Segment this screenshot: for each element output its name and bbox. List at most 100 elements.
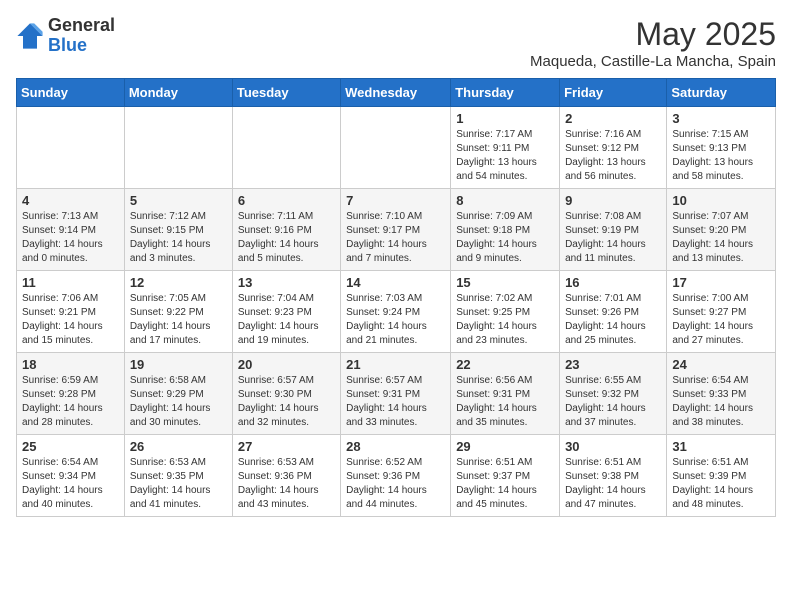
day-info: Sunrise: 7:08 AMSunset: 9:19 PMDaylight:… — [565, 210, 661, 266]
day-info: Sunrise: 7:09 AMSunset: 9:18 PMDaylight:… — [456, 210, 554, 266]
day-cell: 2Sunrise: 7:16 AMSunset: 9:12 PMDaylight… — [560, 107, 667, 189]
day-number: 17 — [672, 275, 770, 290]
day-info: Sunrise: 7:10 AMSunset: 9:17 PMDaylight:… — [346, 210, 445, 266]
logo-text: General Blue — [48, 16, 115, 56]
day-number: 22 — [456, 357, 554, 372]
day-cell: 17Sunrise: 7:00 AMSunset: 9:27 PMDayligh… — [667, 271, 776, 353]
day-cell: 19Sunrise: 6:58 AMSunset: 9:29 PMDayligh… — [124, 353, 232, 435]
weekday-header-monday: Monday — [124, 79, 232, 107]
weekday-header-thursday: Thursday — [451, 79, 560, 107]
day-cell: 9 Sunrise: 7:08 AMSunset: 9:19 PMDaylight… — [560, 189, 667, 271]
week-row-2: 4 Sunrise: 7:13 AMSunset: 9:14 PMDaylight… — [17, 189, 776, 271]
day-number: 12 — [130, 275, 227, 290]
week-row-5: 25Sunrise: 6:54 AMSunset: 9:34 PMDayligh… — [17, 435, 776, 517]
page-header: General Blue May 2025 Maqueda, Castille-… — [16, 16, 776, 70]
day-cell: 22Sunrise: 6:56 AMSunset: 9:31 PMDayligh… — [451, 353, 560, 435]
day-number: 21 — [346, 357, 445, 372]
day-number: 2 — [565, 111, 661, 126]
day-number: 24 — [672, 357, 770, 372]
day-number: 14 — [346, 275, 445, 290]
day-cell: 25Sunrise: 6:54 AMSunset: 9:34 PMDayligh… — [17, 435, 125, 517]
weekday-header-tuesday: Tuesday — [232, 79, 340, 107]
day-cell: 28 Sunrise: 6:52 AMSunset: 9:36 PMDayligh… — [341, 435, 451, 517]
day-number: 9 — [565, 193, 661, 208]
day-number: 19 — [130, 357, 227, 372]
day-cell: 30 Sunrise: 6:51 AMSunset: 9:38 PMDayligh… — [560, 435, 667, 517]
day-cell — [232, 107, 340, 189]
day-info: Sunrise: 7:03 AMSunset: 9:24 PMDaylight:… — [346, 292, 445, 348]
day-info: Sunrise: 6:59 AMSunset: 9:28 PMDaylight:… — [22, 374, 119, 430]
logo-general: General — [48, 16, 115, 36]
day-number: 15 — [456, 275, 554, 290]
day-number: 7 — [346, 193, 445, 208]
day-number: 8 — [456, 193, 554, 208]
logo-icon — [16, 22, 44, 50]
logo: General Blue — [16, 16, 115, 56]
day-cell: 7 Sunrise: 7:10 AMSunset: 9:17 PMDaylight… — [341, 189, 451, 271]
day-number: 3 — [672, 111, 770, 126]
day-cell — [341, 107, 451, 189]
title-area: May 2025 Maqueda, Castille-La Mancha, Sp… — [530, 16, 776, 70]
day-number: 27 — [238, 439, 335, 454]
day-info: Sunrise: 6:55 AMSunset: 9:32 PMDaylight:… — [565, 374, 661, 430]
day-cell: 23 Sunrise: 6:55 AMSunset: 9:32 PMDayligh… — [560, 353, 667, 435]
calendar-table: SundayMondayTuesdayWednesdayThursdayFrid… — [16, 78, 776, 517]
day-info: Sunrise: 6:51 AMSunset: 9:37 PMDaylight:… — [456, 456, 554, 512]
weekday-header-row: SundayMondayTuesdayWednesdayThursdayFrid… — [17, 79, 776, 107]
week-row-3: 11 Sunrise: 7:06 AMSunset: 9:21 PMDayligh… — [17, 271, 776, 353]
day-cell: 4 Sunrise: 7:13 AMSunset: 9:14 PMDaylight… — [17, 189, 125, 271]
day-number: 25 — [22, 439, 119, 454]
weekday-header-friday: Friday — [560, 79, 667, 107]
day-cell: 12Sunrise: 7:05 AMSunset: 9:22 PMDayligh… — [124, 271, 232, 353]
day-cell: 16 Sunrise: 7:01 AMSunset: 9:26 PMDayligh… — [560, 271, 667, 353]
day-info: Sunrise: 7:17 AMSunset: 9:11 PMDaylight:… — [456, 128, 554, 184]
week-row-1: 1 Sunrise: 7:17 AMSunset: 9:11 PMDaylight… — [17, 107, 776, 189]
day-number: 1 — [456, 111, 554, 126]
weekday-header-saturday: Saturday — [667, 79, 776, 107]
day-info: Sunrise: 7:02 AMSunset: 9:25 PMDaylight:… — [456, 292, 554, 348]
day-info: Sunrise: 7:13 AMSunset: 9:14 PMDaylight:… — [22, 210, 119, 266]
day-cell: 8 Sunrise: 7:09 AMSunset: 9:18 PMDaylight… — [451, 189, 560, 271]
day-info: Sunrise: 6:51 AMSunset: 9:38 PMDaylight:… — [565, 456, 661, 512]
day-info: Sunrise: 6:54 AMSunset: 9:33 PMDaylight:… — [672, 374, 770, 430]
day-info: Sunrise: 7:15 AMSunset: 9:13 PMDaylight:… — [672, 128, 770, 184]
day-cell: 13 Sunrise: 7:04 AMSunset: 9:23 PMDayligh… — [232, 271, 340, 353]
day-cell — [17, 107, 125, 189]
day-number: 23 — [565, 357, 661, 372]
day-info: Sunrise: 6:57 AMSunset: 9:31 PMDaylight:… — [346, 374, 445, 430]
day-info: Sunrise: 7:04 AMSunset: 9:23 PMDaylight:… — [238, 292, 335, 348]
day-number: 11 — [22, 275, 119, 290]
day-cell: 18 Sunrise: 6:59 AMSunset: 9:28 PMDayligh… — [17, 353, 125, 435]
day-number: 31 — [672, 439, 770, 454]
day-number: 13 — [238, 275, 335, 290]
day-number: 18 — [22, 357, 119, 372]
day-number: 26 — [130, 439, 227, 454]
day-number: 30 — [565, 439, 661, 454]
day-number: 16 — [565, 275, 661, 290]
day-number: 4 — [22, 193, 119, 208]
day-info: Sunrise: 6:53 AMSunset: 9:35 PMDaylight:… — [130, 456, 227, 512]
day-cell: 15 Sunrise: 7:02 AMSunset: 9:25 PMDayligh… — [451, 271, 560, 353]
day-cell: 11 Sunrise: 7:06 AMSunset: 9:21 PMDayligh… — [17, 271, 125, 353]
day-cell: 10 Sunrise: 7:07 AMSunset: 9:20 PMDayligh… — [667, 189, 776, 271]
day-info: Sunrise: 7:07 AMSunset: 9:20 PMDaylight:… — [672, 210, 770, 266]
location-title: Maqueda, Castille-La Mancha, Spain — [530, 53, 776, 70]
day-info: Sunrise: 7:12 AMSunset: 9:15 PMDaylight:… — [130, 210, 227, 266]
weekday-header-wednesday: Wednesday — [341, 79, 451, 107]
day-cell: 31 Sunrise: 6:51 AMSunset: 9:39 PMDayligh… — [667, 435, 776, 517]
day-cell: 27Sunrise: 6:53 AMSunset: 9:36 PMDayligh… — [232, 435, 340, 517]
day-cell: 29Sunrise: 6:51 AMSunset: 9:37 PMDayligh… — [451, 435, 560, 517]
day-cell: 6Sunrise: 7:11 AMSunset: 9:16 PMDaylight… — [232, 189, 340, 271]
day-number: 20 — [238, 357, 335, 372]
day-info: Sunrise: 7:01 AMSunset: 9:26 PMDaylight:… — [565, 292, 661, 348]
day-cell: 3 Sunrise: 7:15 AMSunset: 9:13 PMDaylight… — [667, 107, 776, 189]
day-number: 28 — [346, 439, 445, 454]
week-row-4: 18 Sunrise: 6:59 AMSunset: 9:28 PMDayligh… — [17, 353, 776, 435]
day-cell: 5Sunrise: 7:12 AMSunset: 9:15 PMDaylight… — [124, 189, 232, 271]
day-info: Sunrise: 6:52 AMSunset: 9:36 PMDaylight:… — [346, 456, 445, 512]
day-cell: 1 Sunrise: 7:17 AMSunset: 9:11 PMDaylight… — [451, 107, 560, 189]
day-number: 10 — [672, 193, 770, 208]
day-info: Sunrise: 7:06 AMSunset: 9:21 PMDaylight:… — [22, 292, 119, 348]
month-title: May 2025 — [530, 16, 776, 53]
day-info: Sunrise: 6:51 AMSunset: 9:39 PMDaylight:… — [672, 456, 770, 512]
